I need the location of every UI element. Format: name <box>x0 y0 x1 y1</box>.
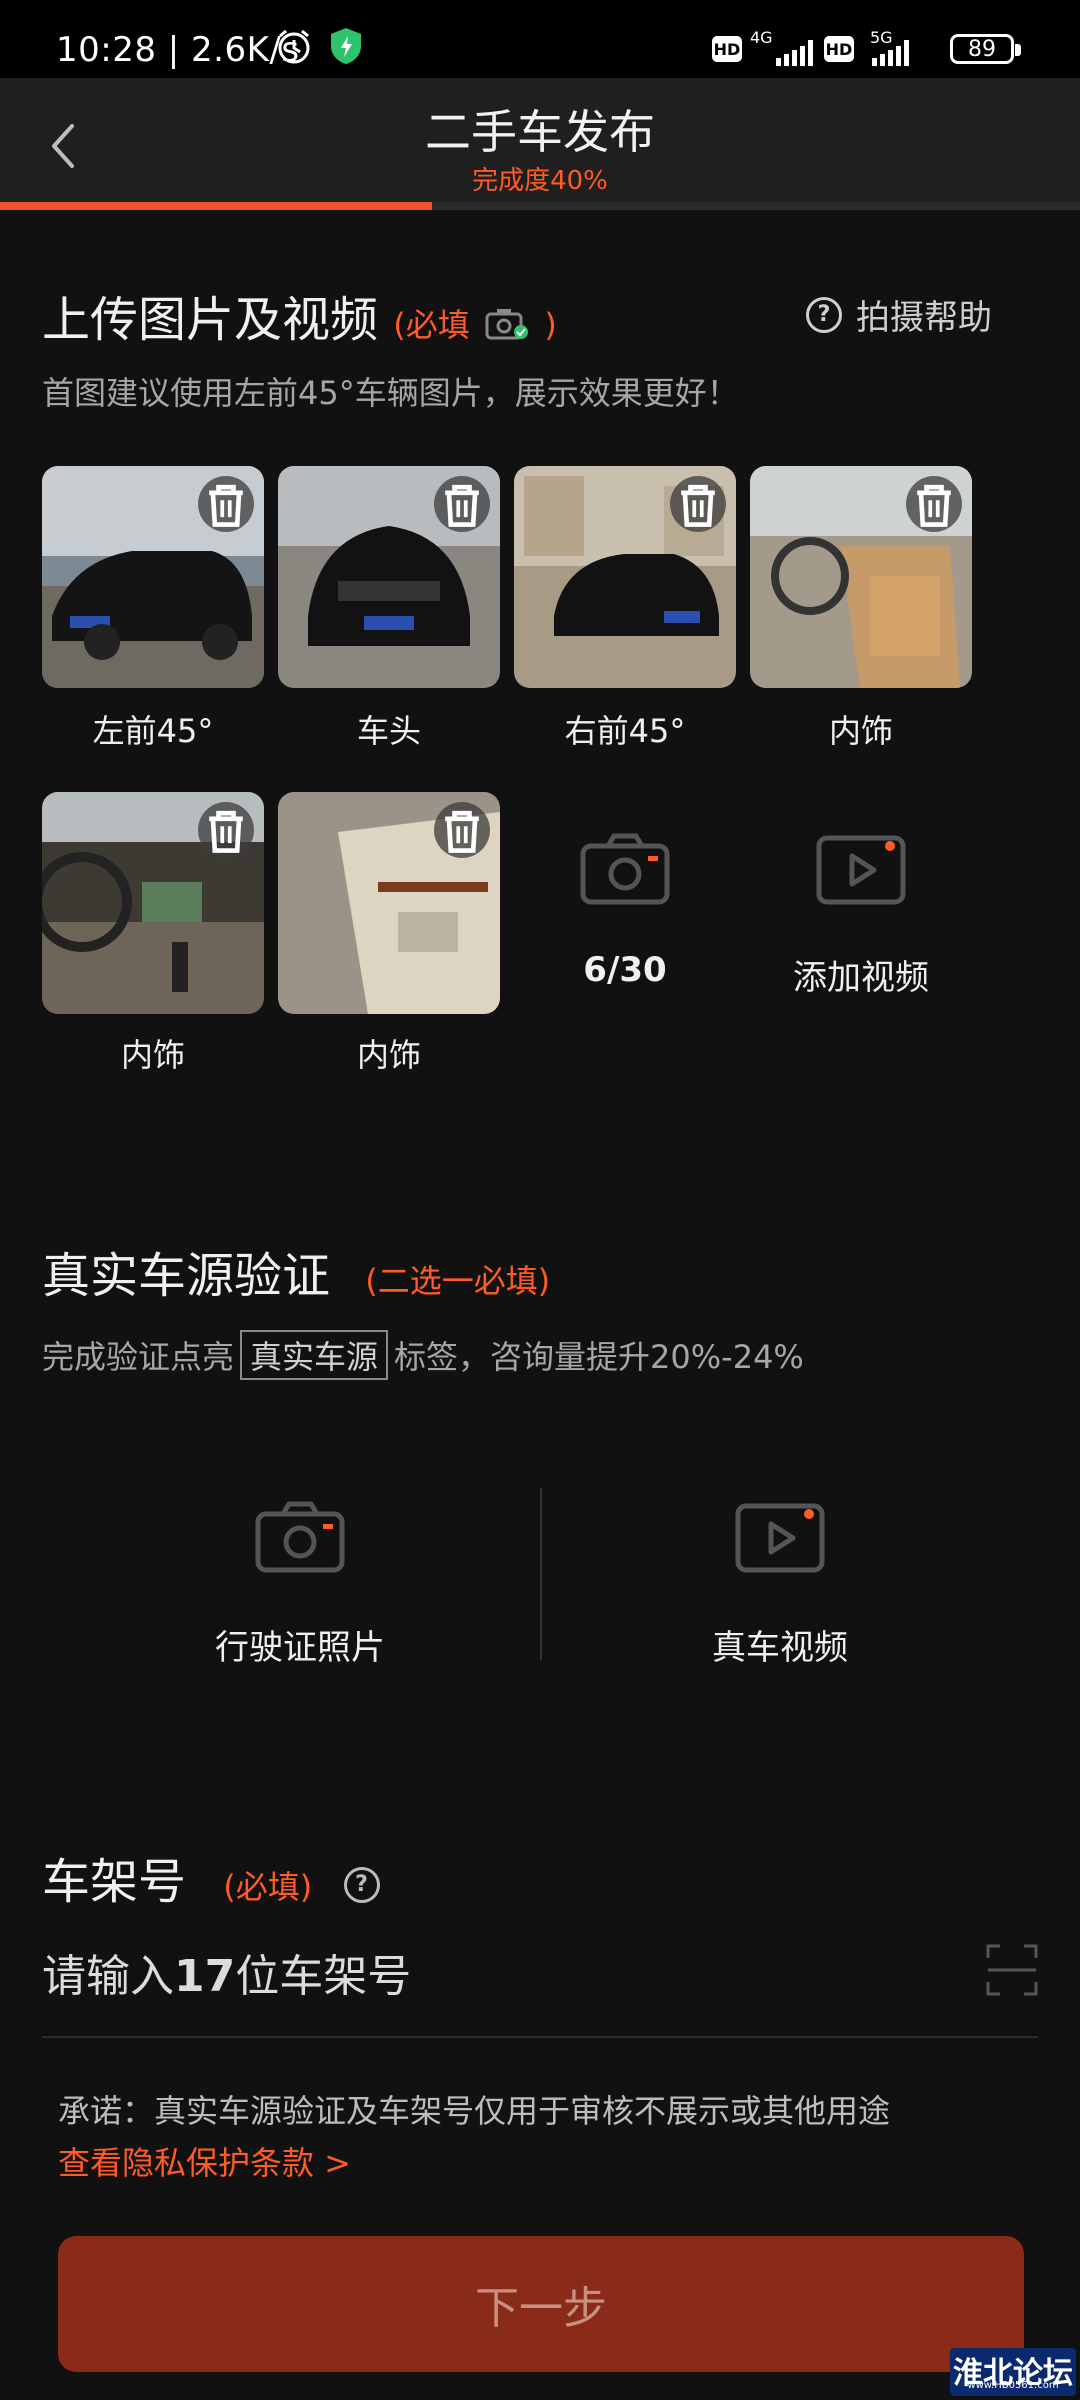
photo-thumbnail[interactable] <box>42 792 264 1014</box>
photo-label: 内饰 <box>828 712 893 750</box>
shooting-help-button[interactable]: ? 拍摄帮助 <box>806 290 992 339</box>
privacy-policy-link[interactable]: 查看隐私保护条款 > <box>58 2138 351 2184</box>
photo-thumbnail[interactable] <box>750 466 972 688</box>
trash-icon <box>681 484 715 527</box>
verify-required-label: (二选一必填) <box>365 1262 551 1300</box>
watermark-url: www.HB0561.com <box>967 2380 1059 2391</box>
photo-thumbnail[interactable] <box>278 792 500 1014</box>
vin-placeholder-prefix: 请输入 <box>42 1951 174 2002</box>
vin-title-text: 车架号 <box>42 1854 187 1910</box>
delete-photo-button[interactable] <box>198 476 254 532</box>
next-step-button[interactable]: 下一步 <box>58 2236 1024 2372</box>
completion-progress-bar <box>0 202 1080 210</box>
photo-label: 内饰 <box>356 1036 421 1074</box>
verify-hint-before: 完成验证点亮 <box>42 1338 235 1376</box>
trash-icon <box>445 810 479 853</box>
photo-count: 6/30 <box>583 950 667 990</box>
question-icon: ? <box>806 296 842 333</box>
photo-label: 左前45° <box>92 712 214 750</box>
vin-placeholder-number: 17 <box>174 1951 236 2002</box>
vin-required-label: (必填) <box>223 1868 313 1906</box>
upload-hint: 首图建议使用左前45°车辆图片，展示效果更好！ <box>42 374 739 412</box>
photo-label: 车头 <box>356 712 421 750</box>
network-4g-label: 4G <box>750 28 773 47</box>
signal-bars-1-icon <box>776 38 813 66</box>
forum-watermark-logo: 淮北论坛 www.HB0561.com <box>950 2348 1076 2396</box>
verify-hint-after: 标签，咨询量提升20%-24% <box>394 1338 804 1376</box>
real-car-tag: 真实车源 <box>240 1330 389 1380</box>
delete-photo-button[interactable] <box>906 476 962 532</box>
upload-section-title: 上传图片及视频 (必填 ) <box>42 280 557 350</box>
upload-required-close: ) <box>544 306 557 344</box>
verify-hint: 完成验证点亮 真实车源 标签，咨询量提升20%-24% <box>42 1330 804 1380</box>
photo-thumbnail[interactable] <box>514 466 736 688</box>
add-video-label: 添加视频 <box>793 958 929 998</box>
vin-help-icon[interactable]: ? <box>343 1867 380 1903</box>
driving-license-label: 行驶证照片 <box>215 1628 385 1668</box>
upload-title-text: 上传图片及视频 <box>42 292 379 348</box>
trash-icon <box>917 484 951 527</box>
hd-badge-2: HD <box>824 36 854 62</box>
vin-section-title: 车架号 (必填) ? <box>42 1842 380 1912</box>
shield-icon <box>331 28 361 64</box>
vin-placeholder-suffix: 位车架号 <box>235 1951 412 2002</box>
promise-text: 承诺：真实车源验证及车架号仅用于审核不展示或其他用途 <box>58 2092 891 2130</box>
trash-icon <box>445 484 479 527</box>
video-icon <box>735 1503 825 1573</box>
scan-icon[interactable] <box>986 1944 1038 1996</box>
add-photo-button[interactable]: 6/30 <box>514 800 736 1022</box>
page-title: 二手车发布 <box>425 105 655 159</box>
delete-photo-button[interactable] <box>434 476 490 532</box>
completion-text: 完成度40% <box>472 166 608 196</box>
camera-icon <box>255 1501 345 1573</box>
upload-required-label: (必填 <box>393 306 470 344</box>
verify-divider <box>540 1488 542 1660</box>
status-bar: 10:28 | 2.6K/s HD 4G HD 5G 89 <box>0 0 1080 78</box>
camera-check-icon <box>485 309 529 340</box>
vin-input[interactable]: 请输入17位车架号 <box>42 1940 411 2004</box>
signal-bars-2-icon <box>872 38 909 66</box>
real-car-video-label: 真车视频 <box>712 1628 848 1668</box>
delete-photo-button[interactable] <box>434 802 490 858</box>
completion-progress-fill <box>0 202 432 210</box>
trash-icon <box>209 484 243 527</box>
camera-icon <box>580 833 670 905</box>
nav-bar: 二手车发布 完成度40% <box>0 78 1080 208</box>
delete-photo-button[interactable] <box>670 476 726 532</box>
add-video-button[interactable]: 添加视频 <box>750 800 972 1022</box>
delete-photo-button[interactable] <box>198 802 254 858</box>
photo-thumbnail[interactable] <box>42 466 264 688</box>
trash-icon <box>209 810 243 853</box>
status-time: 10:28 | 2.6K/s <box>56 30 300 70</box>
video-icon <box>816 835 906 905</box>
photo-thumbnail[interactable] <box>278 466 500 688</box>
verify-section-title: 真实车源验证 (二选一必填) <box>42 1236 550 1306</box>
hd-badge-1: HD <box>712 36 742 62</box>
photo-label: 内饰 <box>120 1036 185 1074</box>
shooting-help-label: 拍摄帮助 <box>856 298 992 338</box>
verify-title-text: 真实车源验证 <box>42 1248 331 1304</box>
vin-input-underline <box>42 2036 1038 2038</box>
battery-indicator: 89 <box>950 34 1021 64</box>
alarm-icon <box>278 29 310 64</box>
photo-label: 右前45° <box>564 712 686 750</box>
